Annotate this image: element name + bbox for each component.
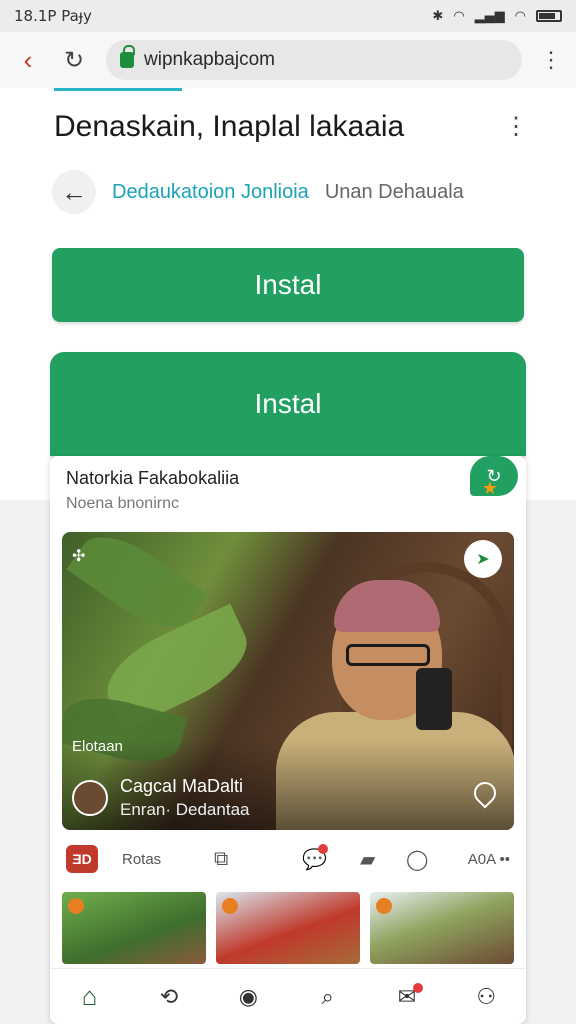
reload-icon[interactable]: ↻: [60, 46, 88, 75]
badge-icon: [376, 898, 392, 914]
card-header: Natorkia Fakabokaliia Noena bnonirnc: [66, 468, 239, 513]
location-icon[interactable]: ◉: [228, 977, 268, 1017]
phone-shape: [416, 668, 452, 730]
arrow-back-icon[interactable]: ←: [52, 170, 96, 214]
badge-icon: [222, 898, 238, 914]
bluetooth-icon: ✱: [432, 8, 444, 24]
notification-dot: [412, 982, 423, 993]
browser-menu-icon[interactable]: ⋮: [540, 47, 562, 73]
badge-icon: [68, 898, 84, 914]
hero-tag: Elotaan: [72, 738, 123, 755]
app-logo-icon[interactable]: ƎD: [66, 845, 98, 873]
profile-icon[interactable]: ⚇: [466, 977, 506, 1017]
avatar[interactable]: [72, 780, 108, 816]
hero-image[interactable]: ✣ ➤ Elotaan CagcaI MaDalti Enran· Dedant…: [62, 532, 514, 830]
breadcrumb-current: Unan Dehauala: [324, 180, 464, 203]
refresh-icon[interactable]: ⟲: [149, 977, 189, 1017]
mail-icon[interactable]: ✉: [387, 977, 427, 1017]
thumbnail[interactable]: [62, 892, 206, 964]
page-menu-icon[interactable]: ⋮: [504, 112, 528, 141]
web-page: Denaskain, Inaplal lakaaia ⋮ ← Dedaukato…: [0, 88, 576, 500]
chat-bubble-icon[interactable]: ◯: [406, 847, 428, 872]
action-count: A0A ••: [467, 850, 510, 868]
hero-name[interactable]: CagcaI MaDalti: [120, 776, 243, 797]
page-title: Denaskain, Inaplal lakaaia: [54, 110, 405, 143]
breadcrumb: ← Dedaukatoion Jonlioia Unan Dehauala: [52, 170, 464, 214]
lock-icon: [120, 45, 135, 68]
card-title: Natorkia Fakabokaliia: [66, 468, 240, 488]
status-icons: ✱ ◠ ▂▄▆ ◠: [432, 9, 562, 24]
home-icon[interactable]: ⌂: [70, 977, 110, 1017]
action-row: ƎD Rotas ⧉ 💬 ▰ ◯ A0A ••: [66, 844, 510, 874]
status-bar: 18.1P Paɟy ✱ ◠ ▂▄▆ ◠: [0, 0, 576, 32]
status-time: 18.1P Paɟy: [14, 7, 92, 25]
hero-subtitle: Enran· Dedantaa: [120, 800, 250, 819]
bottom-navigation: ⌂ ⟲ ◉ ⌕ ✉ ⚇: [50, 968, 526, 1024]
install-button-large[interactable]: Instal: [50, 352, 526, 456]
battery-icon: [536, 10, 562, 22]
wifi-2-icon: ◠: [514, 8, 526, 24]
glasses: [346, 644, 430, 666]
address-bar[interactable]: wipnkapbajcom: [106, 40, 522, 80]
signal-icon: ▂▄▆: [474, 8, 505, 24]
fan-icon: ✣: [72, 548, 86, 565]
send-icon[interactable]: ➤: [464, 540, 502, 578]
browser-toolbar: ‹ ↻ wipnkapbajcom ⋮: [0, 32, 576, 88]
accent-line: [54, 88, 182, 91]
thumbnail[interactable]: [370, 892, 514, 964]
wifi-icon: ◠: [453, 8, 465, 24]
star-icon: ★: [481, 478, 498, 498]
message-icon[interactable]: ▰: [360, 847, 375, 872]
breadcrumb-link[interactable]: Dedaukatoion Jonlioia: [112, 181, 309, 204]
app-preview-card: Natorkia Fakabokaliia Noena bnonirnc ↻ ★…: [50, 456, 526, 1024]
back-icon[interactable]: ‹: [14, 45, 42, 76]
card-subtitle: Noena bnonirnc: [66, 495, 179, 512]
crop-icon[interactable]: ⧉: [214, 848, 228, 871]
install-button[interactable]: Instal: [52, 248, 524, 322]
thumbnail[interactable]: [216, 892, 360, 964]
url-text: wipnkapbajcom: [144, 49, 275, 70]
notification-dot: [318, 844, 328, 854]
thumbnail-row: [62, 892, 514, 964]
action-label[interactable]: Rotas: [122, 851, 161, 868]
search-icon[interactable]: ⌕: [308, 977, 348, 1017]
